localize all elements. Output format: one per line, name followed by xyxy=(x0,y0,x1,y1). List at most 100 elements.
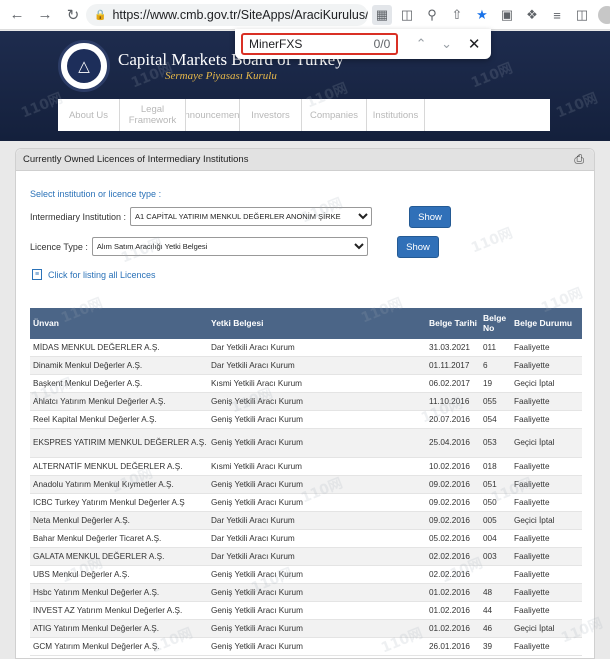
cell-belge-no: 011 xyxy=(483,342,497,352)
nav-companies[interactable]: Companies xyxy=(302,99,367,131)
table-row: Başkent Menkul Değerler A.Ş. Kısmi Yetkil… xyxy=(30,375,582,393)
cell-belge-durumu: Faaliyette xyxy=(514,587,550,597)
cell-belge-tarihi: 09.02.2016 xyxy=(429,479,470,489)
institution-select[interactable]: A1 CAPİTAL YATIRIM MENKUL DEĞERLER ANONİ… xyxy=(130,207,373,226)
url-text: https://www.cmb.gov.tr/SiteApps/AraciKur… xyxy=(112,8,368,22)
cell-unvan: Hsbc Yatırım Menkul Değerler A.Ş. xyxy=(33,587,160,597)
cell-unvan: ICBC Turkey Yatırım Menkul Değerler A.Ş xyxy=(33,497,185,507)
table-row: Bahar Menkul Değerler Ticaret A.Ş. Dar Ye… xyxy=(30,530,582,548)
table-row: ALTERNATİF MENKUL DEĞERLER A.Ş. Kısmi Yet… xyxy=(30,458,582,476)
header-belge-no: Belge No xyxy=(483,313,507,333)
reload-icon[interactable]: ↻ xyxy=(62,4,84,26)
cell-yetki-belgesi: Geniş Yetkili Aracı Kurum xyxy=(211,438,303,447)
cell-unvan: UBS Menkul Değerler A.Ş. xyxy=(33,569,130,579)
cell-belge-tarihi: 09.02.2016 xyxy=(429,515,470,525)
cell-belge-durumu: Faaliyette xyxy=(514,533,550,543)
cell-belge-tarihi: 02.02.2016 xyxy=(429,551,470,561)
table-header: Ünvan Yetki Belgesi Belge Tarihi Belge N… xyxy=(30,308,582,339)
cell-unvan: Reel Kapital Menkul Değerler A.Ş. xyxy=(33,414,157,424)
show-licence-button[interactable]: Show xyxy=(397,236,439,258)
nav-announcements[interactable]: Announcements xyxy=(186,99,240,131)
header-yetki-belgesi: Yetki Belgesi xyxy=(211,317,264,328)
back-icon[interactable]: ← xyxy=(6,4,28,26)
nav-legal-framework[interactable]: Legal Framework xyxy=(120,99,186,131)
table-row: Ahlatcı Yatırım Menkul Değerler A.Ş. Geni… xyxy=(30,393,582,411)
cell-belge-no: 054 xyxy=(483,414,497,424)
cell-belge-tarihi: 09.02.2016 xyxy=(429,497,470,507)
cell-yetki-belgesi: Geniş Yetkili Aracı Kurum xyxy=(211,396,303,406)
cell-belge-durumu: Faaliyette xyxy=(514,461,550,471)
licences-table: Ünvan Yetki Belgesi Belge Tarihi Belge N… xyxy=(30,308,582,656)
cell-belge-durumu: Geçici İptal xyxy=(514,438,555,447)
cell-yetki-belgesi: Kısmi Yetkili Aracı Kurum xyxy=(211,378,303,388)
licence-row: Licence Type : Alım Satım Aracılığı Yetk… xyxy=(30,237,368,256)
print-icon[interactable]: ⎙ xyxy=(574,152,584,167)
institution-label: Intermediary Institution : xyxy=(30,211,127,222)
cell-yetki-belgesi: Geniş Yetkili Aracı Kurum xyxy=(211,623,303,633)
address-bar[interactable]: 🔒 https://www.cmb.gov.tr/SiteApps/AraciK… xyxy=(86,4,368,26)
find-input[interactable] xyxy=(249,37,359,51)
nav-about-us[interactable]: About Us xyxy=(58,99,120,131)
reading-list-icon[interactable]: ≡ xyxy=(547,5,567,25)
institution-row: Intermediary Institution : A1 CAPİTAL YA… xyxy=(30,207,373,226)
cell-unvan: Ahlatcı Yatırım Menkul Değerler A.Ş. xyxy=(33,396,166,406)
find-match-count: 0/0 xyxy=(373,37,391,51)
translate-icon[interactable]: ◫ xyxy=(397,5,417,25)
cell-unvan: MİDAS MENKUL DEĞERLER A.Ş. xyxy=(33,342,160,352)
find-previous-icon[interactable]: ⌃ xyxy=(410,36,432,52)
cell-yetki-belgesi: Geniş Yetkili Aracı Kurum xyxy=(211,479,303,489)
table-row: MİDAS MENKUL DEĞERLER A.Ş. Dar Yetkili Ar… xyxy=(30,339,582,357)
table-row: Hsbc Yatırım Menkul Değerler A.Ş. Geniş Y… xyxy=(30,584,582,602)
cell-belge-tarihi: 01.11.2017 xyxy=(429,360,470,370)
sidebar-icon[interactable]: ◫ xyxy=(572,5,592,25)
cell-belge-no: 018 xyxy=(483,461,497,471)
share-icon[interactable]: ⇧ xyxy=(447,5,467,25)
cell-unvan: INVEST AZ Yatırım Menkul Değerler A.Ş. xyxy=(33,605,183,615)
header-belge-durumu: Belge Durumu xyxy=(514,317,573,328)
top-navigation: About Us Legal Framework Announcements I… xyxy=(58,99,550,131)
nav-institutions[interactable]: Institutions xyxy=(367,99,425,131)
cmb-logo[interactable]: △ xyxy=(58,40,110,92)
cell-unvan: ATIG Yatırım Menkul Değerler A.Ş. xyxy=(33,623,160,633)
find-close-icon[interactable]: ✕ xyxy=(463,35,485,53)
list-all-link[interactable]: ≡ Click for listing all Licences xyxy=(32,269,156,280)
table-row: GALATA MENKUL DEĞERLER A.Ş. Dar Yetkili A… xyxy=(30,548,582,566)
page-icon[interactable]: ▦ xyxy=(372,5,392,25)
table-body: MİDAS MENKUL DEĞERLER A.Ş. Dar Yetkili Ar… xyxy=(30,339,582,656)
table-row: GCM Yatırım Menkul Değerler A.Ş. Geniş Ye… xyxy=(30,638,582,656)
lock-icon: 🔒 xyxy=(94,9,107,21)
cell-yetki-belgesi: Dar Yetkili Aracı Kurum xyxy=(211,360,295,370)
cell-yetki-belgesi: Dar Yetkili Aracı Kurum xyxy=(211,342,295,352)
table-row: UBS Menkul Değerler A.Ş. Geniş Yetkili Ar… xyxy=(30,566,582,584)
find-next-icon[interactable]: ⌄ xyxy=(436,36,458,52)
find-input-box[interactable]: 0/0 xyxy=(241,33,399,55)
table-row: EKSPRES YATIRIM MENKUL DEĞERLER A.Ş. Geni… xyxy=(30,429,582,458)
cell-yetki-belgesi: Geniş Yetkili Aracı Kurum xyxy=(211,587,303,597)
profile-avatar[interactable] xyxy=(597,5,610,25)
licence-type-select[interactable]: Alım Satım Aracılığı Yetki Belgesi xyxy=(91,237,368,256)
nav-investors[interactable]: Investors xyxy=(240,99,302,131)
cell-belge-durumu: Faaliyette xyxy=(514,360,550,370)
extension-icon[interactable]: ▣ xyxy=(497,5,517,25)
cell-belge-no: 19 xyxy=(483,378,493,388)
puzzle-icon[interactable]: ❖ xyxy=(522,5,542,25)
bookmark-star-icon[interactable]: ★ xyxy=(472,5,492,25)
cell-belge-no: 6 xyxy=(483,360,488,370)
cell-unvan: GCM Yatırım Menkul Değerler A.Ş. xyxy=(33,641,160,651)
cell-yetki-belgesi: Kısmi Yetkili Aracı Kurum xyxy=(211,461,303,471)
cell-belge-tarihi: 06.02.2017 xyxy=(429,378,470,388)
cell-belge-tarihi: 01.02.2016 xyxy=(429,605,470,615)
cell-yetki-belgesi: Dar Yetkili Aracı Kurum xyxy=(211,533,295,543)
zoom-icon[interactable]: ⚲ xyxy=(422,5,442,25)
cell-belge-durumu: Faaliyette xyxy=(514,551,550,561)
find-bar: 0/0 ⌃ ⌄ ✕ xyxy=(235,29,491,59)
cell-belge-durumu: Faaliyette xyxy=(514,414,550,424)
table-row: Anadolu Yatırım Menkul Kıymetler A.Ş. Gen… xyxy=(30,476,582,494)
show-institution-button[interactable]: Show xyxy=(409,206,451,228)
cell-yetki-belgesi: Dar Yetkili Aracı Kurum xyxy=(211,515,295,525)
forward-icon[interactable]: → xyxy=(34,4,56,26)
cell-unvan: ALTERNATİF MENKUL DEĞERLER A.Ş. xyxy=(33,461,183,471)
cell-unvan: Neta Menkul Değerler A.Ş. xyxy=(33,515,130,525)
cell-belge-tarihi: 11.10.2016 xyxy=(429,396,470,406)
table-row: ATIG Yatırım Menkul Değerler A.Ş. Geniş Y… xyxy=(30,620,582,638)
